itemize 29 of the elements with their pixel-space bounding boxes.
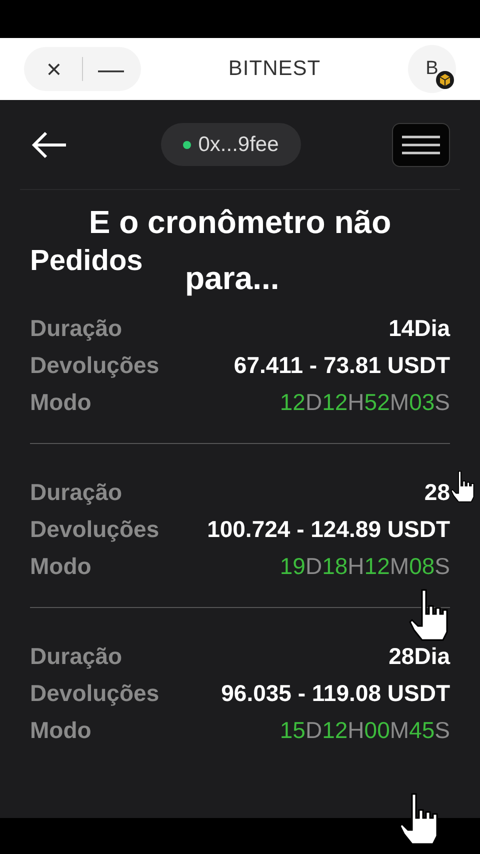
video-caption: E o cronômetro não [88, 203, 392, 242]
menu-button[interactable] [392, 122, 450, 166]
page-title: Pedidos [30, 244, 143, 279]
countdown-timer: 12D12H52M03S [280, 388, 450, 418]
avatar-button[interactable]: B [408, 45, 456, 93]
countdown-timer: 19D18H12M08S [280, 552, 450, 582]
field-label: Modo [30, 552, 92, 582]
video-caption: para... [185, 259, 280, 298]
field-label: Devoluções [30, 351, 160, 380]
returns-value: 96.035 - 119.08 USDT [221, 679, 450, 708]
menu-icon [401, 134, 441, 156]
wallet-address-pill[interactable]: 0x...9fee [161, 122, 301, 166]
duration-value: 28Dia [388, 642, 450, 672]
returns-value: 67.411 - 73.81 USDT [234, 351, 450, 380]
coin-icon [436, 71, 454, 89]
field-label: Duração [30, 478, 122, 508]
close-button[interactable]: × [34, 56, 74, 82]
duration-value: 14Dia [388, 314, 450, 344]
field-label: Modo [30, 388, 92, 418]
field-label: Devoluções [30, 515, 160, 544]
field-label: Modo [30, 716, 92, 746]
countdown-timer: 15D12H00M45S [280, 716, 450, 746]
field-label: Devoluções [30, 679, 160, 708]
duration-value: 28 [424, 478, 450, 508]
returns-value: 100.724 - 124.89 USDT [207, 515, 450, 544]
minimize-button[interactable]: — [91, 56, 131, 82]
field-label: Duração [30, 314, 122, 344]
field-label: Duração [30, 642, 122, 672]
app-title: BITNEST [227, 56, 322, 82]
